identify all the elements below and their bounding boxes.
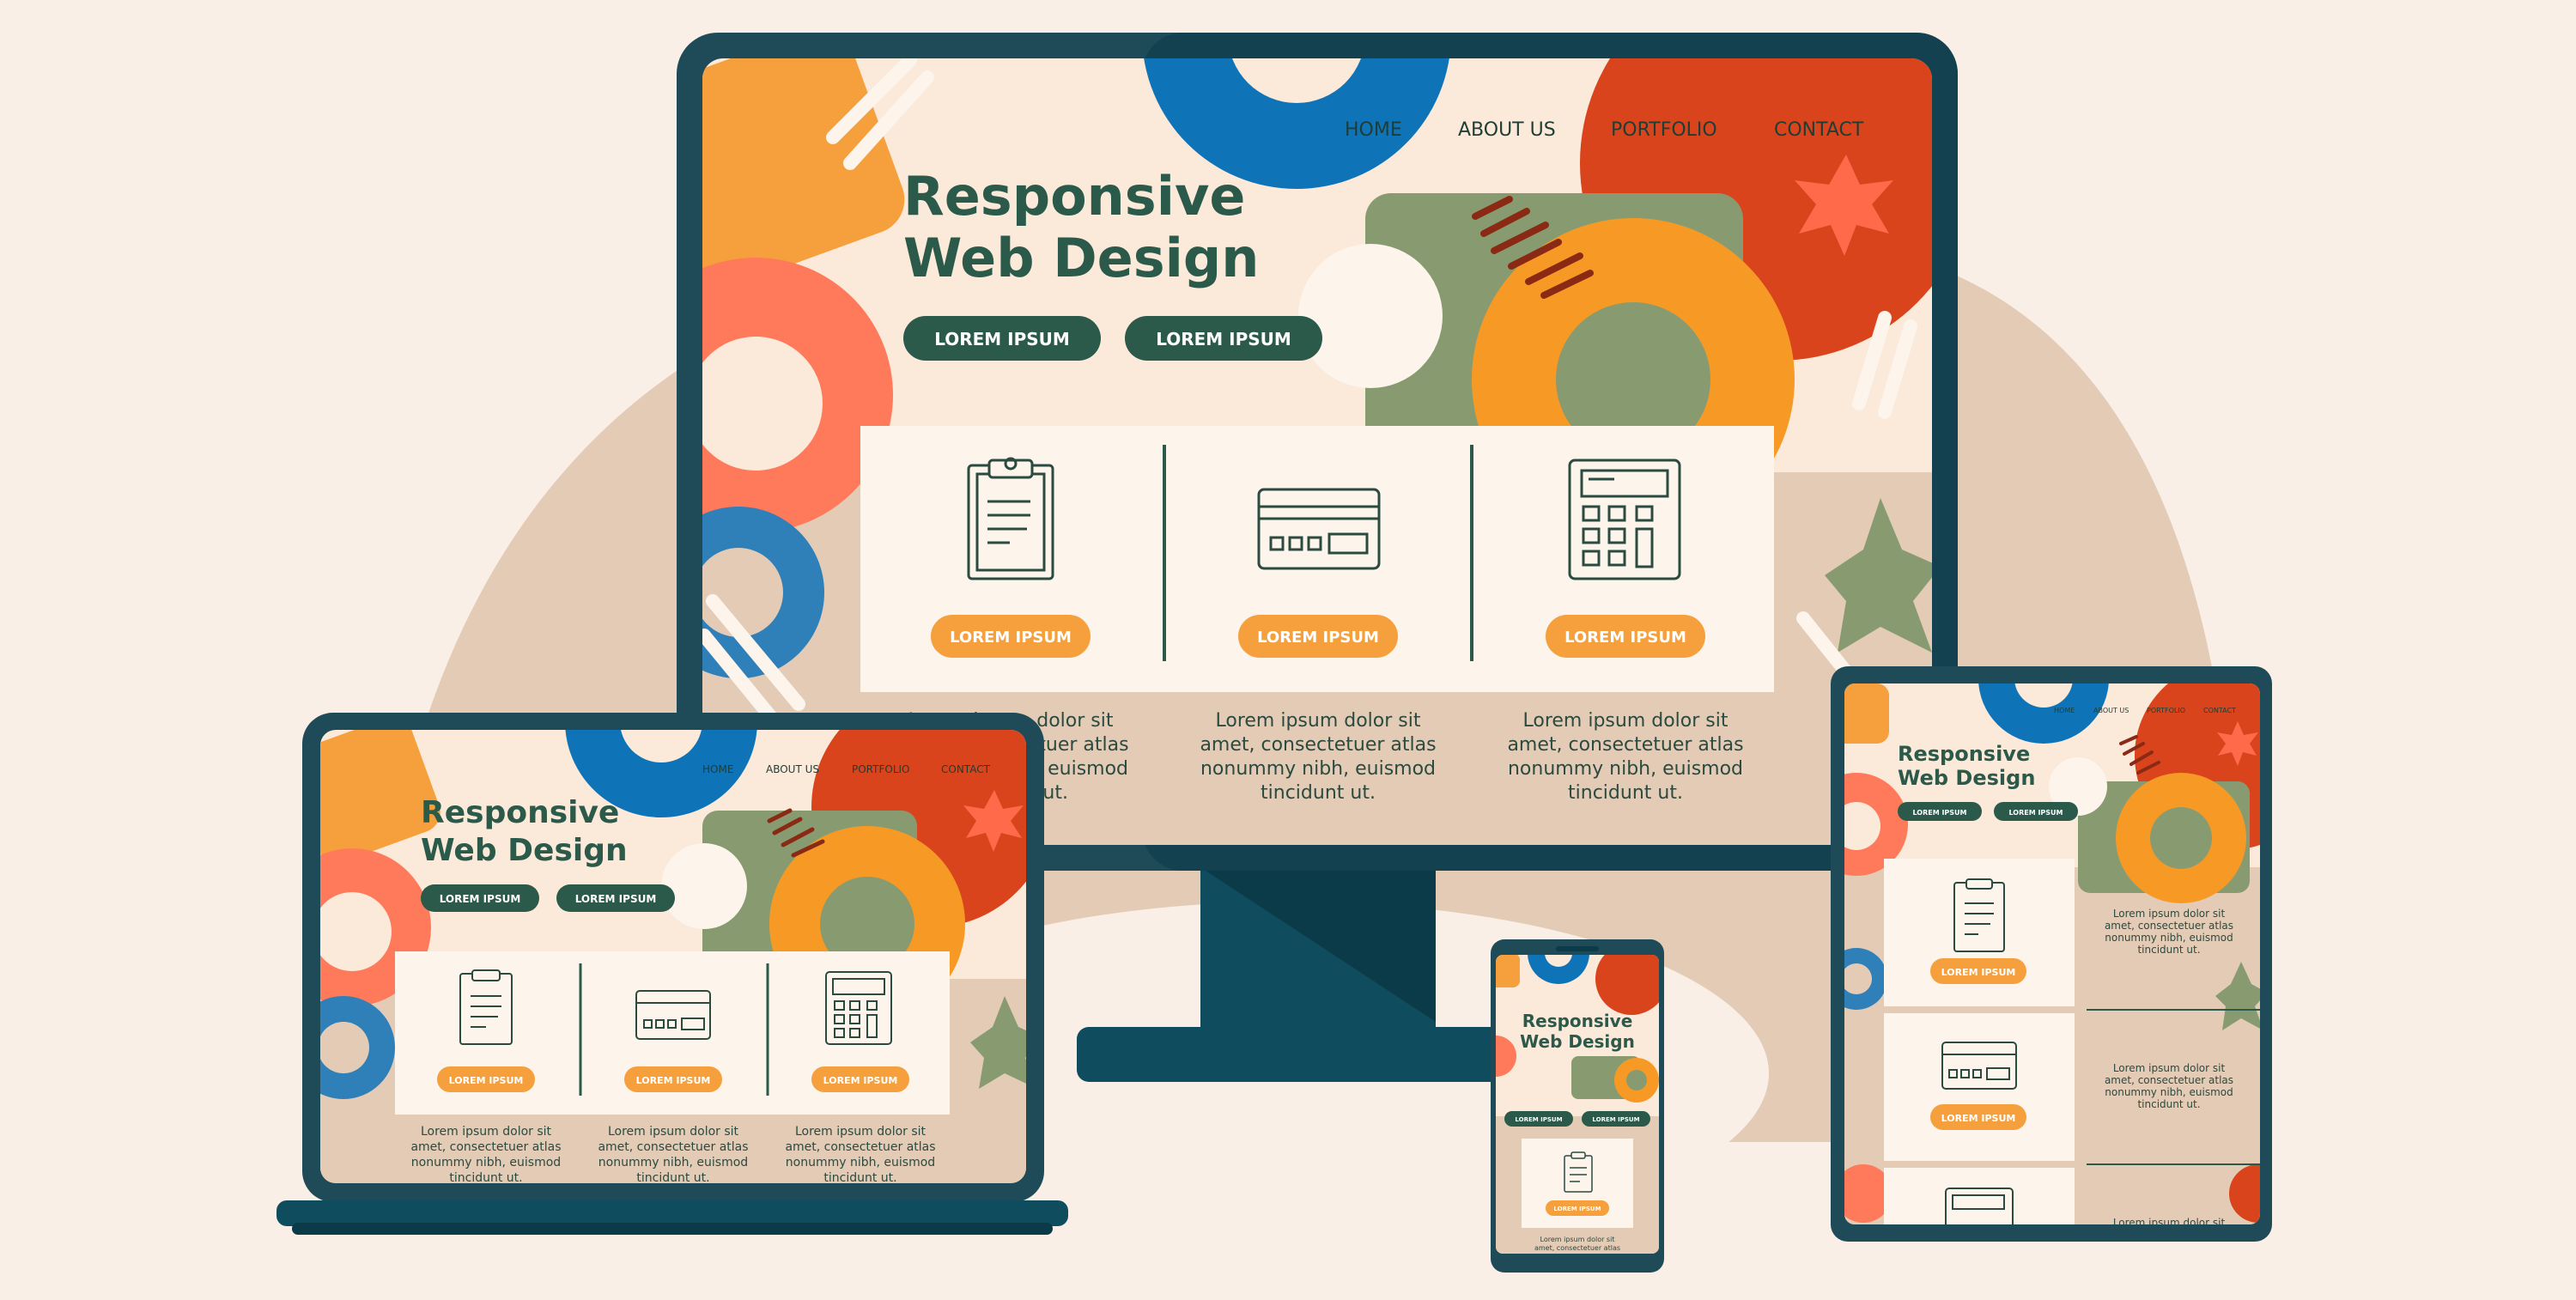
tablet-feature-2-text-line2: amet, consectetuer atlas [2105,1074,2233,1086]
feature-2-text-line3: nonummy nibh, euismod [1200,758,1436,780]
phone-hero-primary-button[interactable]: LOREM IPSUM [1504,1111,1573,1127]
feature-1-button-label: LOREM IPSUM [950,629,1072,647]
laptop-nav-about[interactable]: ABOUT US [766,763,819,775]
feature-2-text-line1: Lorem ipsum dolor sit [1216,710,1421,732]
tablet-feature-2-text-line1: Lorem ipsum dolor sit [2113,1062,2226,1074]
laptop-nav-portfolio[interactable]: PORTFOLIO [852,763,910,775]
laptop-feature-1-button-label: LOREM IPSUM [449,1075,524,1086]
tablet-hero-secondary-button[interactable]: LOREM IPSUM [1994,802,2078,821]
tablet-feature-card-2 [1884,1013,2075,1161]
nav-contact[interactable]: CONTACT [1774,119,1864,141]
laptop-feature-1-text-line2: amet, consectetuer atlas [410,1140,561,1154]
hero-title-line1: Responsive [903,165,1245,228]
feature-3-button-label: LOREM IPSUM [1564,629,1686,647]
responsive-design-illustration: HOME ABOUT US PORTFOLIO CONTACT Responsi… [276,33,2272,1273]
laptop-feature-1-text-line4: tincidunt ut. [449,1171,522,1185]
feature-2-text-line2: amet, consectetuer atlas [1200,734,1436,756]
feature-3-text-line4: tincidunt ut. [1568,782,1683,804]
phone-hero-title-line1: Responsive [1522,1011,1633,1031]
monitor-base [1077,1027,1523,1082]
phone-hero-title-line2: Web Design [1520,1031,1635,1052]
feature-1-button[interactable]: LOREM IPSUM [931,615,1091,658]
nav-home[interactable]: HOME [1345,119,1402,141]
tablet-feature-1-text-line2: amet, consectetuer atlas [2105,920,2233,932]
tablet-nav-contact[interactable]: CONTACT [2203,707,2236,714]
nav-about[interactable]: ABOUT US [1458,119,1556,141]
hero-primary-button-label: LOREM IPSUM [934,329,1070,349]
feature-3-button[interactable]: LOREM IPSUM [1546,615,1705,658]
tablet-nav-portfolio[interactable]: PORTFOLIO [2147,707,2185,714]
laptop-feature-3-button[interactable]: LOREM IPSUM [811,1066,909,1092]
laptop-hero-primary-button[interactable]: LOREM IPSUM [421,884,539,912]
feature-3-text-line1: Lorem ipsum dolor sit [1523,710,1728,732]
phone-feature-text-line1: Lorem ipsum dolor sit [1540,1236,1615,1243]
laptop: HOME ABOUT US PORTFOLIO CONTACT Responsi… [276,713,1068,1235]
phone-hero-secondary-label: LOREM IPSUM [1592,1116,1639,1123]
nav-portfolio[interactable]: PORTFOLIO [1611,119,1717,141]
laptop-feature-2-button[interactable]: LOREM IPSUM [624,1066,722,1092]
tablet-feature-2-text-line3: nonummy nibh, euismod [2105,1086,2233,1098]
tablet-hero-title-line2: Web Design [1898,766,2035,790]
laptop-feature-3-text-line3: nonummy nibh, euismod [786,1156,935,1169]
tablet-feature-1-button-label: LOREM IPSUM [1941,967,2016,978]
laptop-feature-2-text-line4: tincidunt ut. [636,1171,709,1185]
tablet-feature-2-text-line4: tincidunt ut. [2137,1098,2200,1110]
laptop-nav-contact[interactable]: CONTACT [941,763,991,775]
tablet-feature-1-text-line1: Lorem ipsum dolor sit [2113,908,2226,920]
tablet-hero-secondary-label: LOREM IPSUM [2008,809,2063,817]
tablet-feature-1-text-line3: nonummy nibh, euismod [2105,932,2233,944]
laptop-feature-1-text-line1: Lorem ipsum dolor sit [421,1125,552,1139]
laptop-feature-3-text-line4: tincidunt ut. [823,1171,896,1185]
tablet-hero-primary-label: LOREM IPSUM [1912,809,1966,817]
phone-screen: Responsive Web Design LOREM IPSUM LOREM … [1496,955,1659,1254]
hero-primary-button[interactable]: LOREM IPSUM [903,316,1101,361]
laptop-feature-2-text-line1: Lorem ipsum dolor sit [608,1125,739,1139]
laptop-feature-1-text-line3: nonummy nibh, euismod [411,1156,561,1169]
laptop-hero-secondary-button[interactable]: LOREM IPSUM [556,884,675,912]
hero-secondary-button-label: LOREM IPSUM [1156,329,1291,349]
phone-speaker [1556,946,1599,951]
laptop-feature-2-text-line3: nonummy nibh, euismod [598,1156,748,1169]
feature-2-button[interactable]: LOREM IPSUM [1238,615,1398,658]
feature-2-text-line4: tincidunt ut. [1261,782,1376,804]
laptop-hero-title-line1: Responsive [421,795,619,830]
laptop-base [276,1200,1068,1226]
tablet-feature-2-button[interactable]: LOREM IPSUM [1930,1104,2026,1130]
feature-3-text-line3: nonummy nibh, euismod [1508,758,1743,780]
phone-feature-button-label: LOREM IPSUM [1553,1206,1601,1212]
tablet: HOME ABOUT US PORTFOLIO CONTACT Responsi… [1831,666,2272,1242]
laptop-nav-home[interactable]: HOME [702,763,733,775]
smartphone: Responsive Web Design LOREM IPSUM LOREM … [1491,939,1664,1273]
laptop-hero-title-line2: Web Design [421,833,628,868]
tablet-feature-1-button[interactable]: LOREM IPSUM [1930,958,2026,984]
laptop-feature-3-text-line2: amet, consectetuer atlas [785,1140,935,1154]
feature-2-button-label: LOREM IPSUM [1257,629,1379,647]
laptop-hero-primary-label: LOREM IPSUM [440,893,521,905]
laptop-feature-3-text-line1: Lorem ipsum dolor sit [795,1125,927,1139]
tablet-hero-title-line1: Responsive [1898,742,2030,766]
tablet-nav-about[interactable]: ABOUT US [2093,707,2129,714]
tablet-screen: HOME ABOUT US PORTFOLIO CONTACT Responsi… [1844,683,2260,1224]
phone-feature-text-line2: amet, consectetuer atlas [1534,1244,1620,1252]
laptop-feature-1-button[interactable]: LOREM IPSUM [437,1066,535,1092]
laptop-feature-2-text-line2: amet, consectetuer atlas [598,1140,748,1154]
tablet-nav-home[interactable]: HOME [2054,707,2075,714]
tablet-feature-1-text-line4: tincidunt ut. [2137,944,2200,956]
laptop-feature-2-button-label: LOREM IPSUM [636,1075,711,1086]
hero-title-line2: Web Design [903,227,1259,289]
hero-secondary-button[interactable]: LOREM IPSUM [1125,316,1322,361]
tablet-feature-2-button-label: LOREM IPSUM [1941,1113,2016,1124]
laptop-hero-secondary-label: LOREM IPSUM [575,893,657,905]
phone-hero-secondary-button[interactable]: LOREM IPSUM [1582,1111,1650,1127]
phone-feature-button[interactable]: LOREM IPSUM [1546,1200,1609,1216]
laptop-feature-3-button-label: LOREM IPSUM [823,1075,898,1086]
phone-hero-primary-label: LOREM IPSUM [1515,1116,1562,1123]
tablet-hero-primary-button[interactable]: LOREM IPSUM [1898,802,1982,821]
feature-3-text-line2: amet, consectetuer atlas [1507,734,1743,756]
